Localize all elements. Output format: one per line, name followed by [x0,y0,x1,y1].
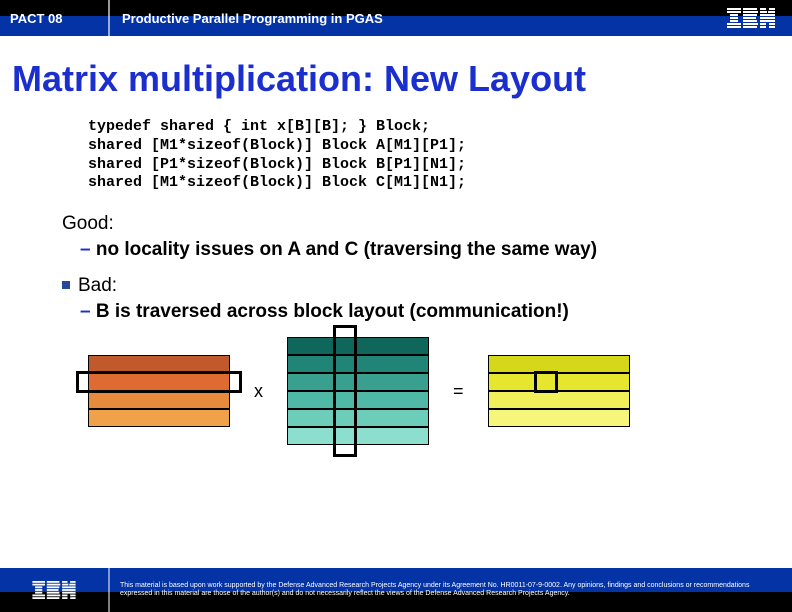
slide-title: Matrix multiplication: New Layout [12,58,774,100]
slide-body: Matrix multiplication: New Layout typede… [0,36,792,576]
good-label: Good: [62,213,774,235]
equals-op: = [453,381,464,402]
bad-label: Bad: [62,275,774,297]
matrix-b [287,337,429,445]
ibm-logo [722,0,792,36]
bad-point: – B is traversed across block layout (co… [80,301,774,323]
ibm-logo-icon [32,581,76,599]
cell-highlight [534,371,558,393]
bad-point-text: B is traversed across block layout (comm… [96,301,569,322]
times-op: x [254,381,263,402]
dash-icon: – [80,239,96,260]
slide-tag: PACT 08 [0,0,110,36]
bullets: Good: – no locality issues on A and C (t… [62,213,774,323]
ibm-logo-footer [0,568,110,612]
footer-disclaimer: This material is based upon work support… [110,578,792,602]
matrix-a [88,355,230,427]
good-point: – no locality issues on A and C (travers… [80,239,774,261]
row-highlight [76,371,242,393]
matrix-c [488,355,630,427]
ibm-logo-icon [727,8,775,28]
column-highlight [333,325,357,457]
slide-subtitle: Productive Parallel Programming in PGAS [110,0,722,36]
code-block: typedef shared { int x[B][B]; } Block; s… [88,118,774,193]
good-point-text: no locality issues on A and C (traversin… [96,239,597,260]
diagram-row: x = [88,337,774,445]
dash-icon: – [80,301,96,322]
header-bar: PACT 08 Productive Parallel Programming … [0,0,792,36]
footer-bar: This material is based upon work support… [0,568,792,612]
